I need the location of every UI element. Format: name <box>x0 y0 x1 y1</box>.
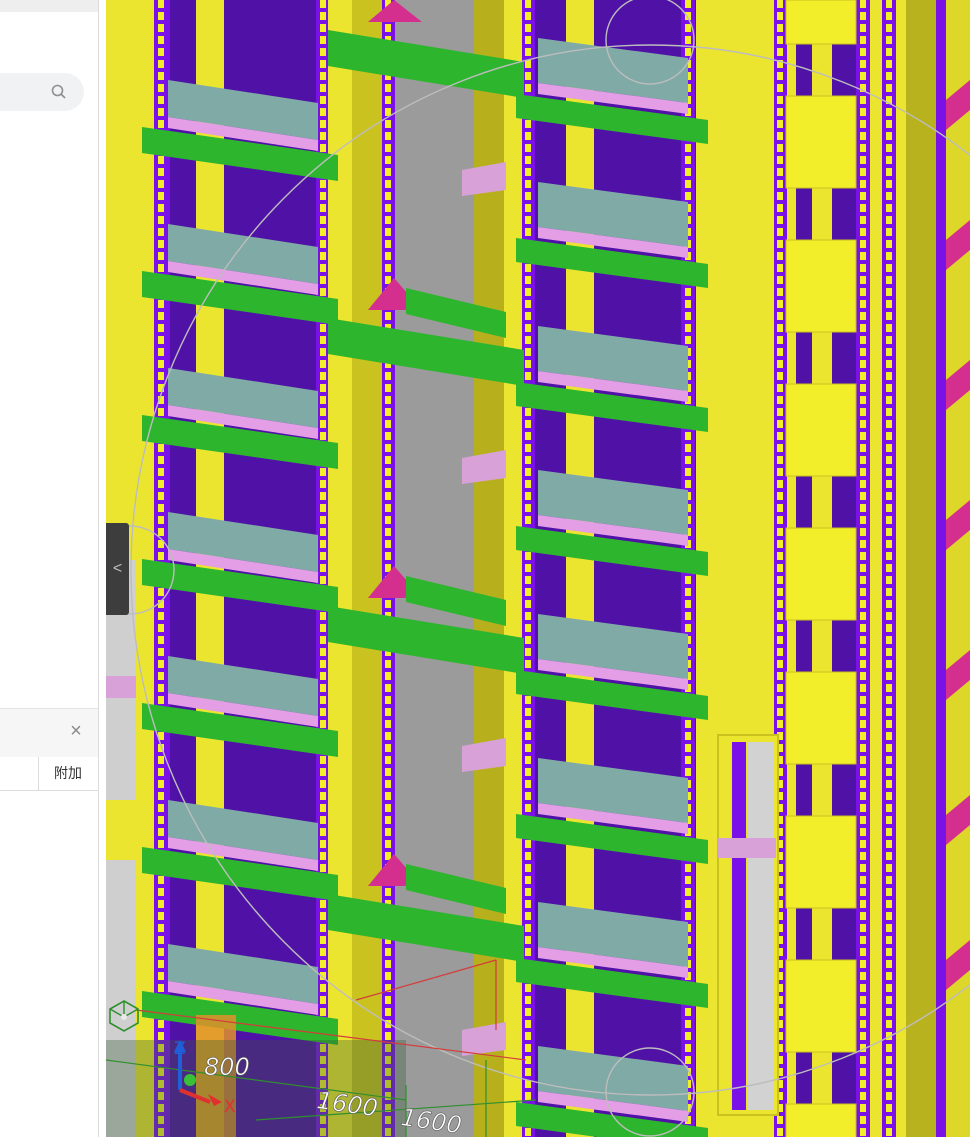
model-viewport[interactable]: 800 1600 1600 Z X <box>106 0 970 1137</box>
axis-label-z: Z <box>174 1039 186 1059</box>
collapse-panel-button[interactable]: < <box>106 523 129 615</box>
panel-top-strip <box>0 0 98 12</box>
search-input[interactable] <box>0 73 84 111</box>
axis-label-x: X <box>224 1097 236 1117</box>
tab-divider <box>38 757 39 790</box>
right-blocks <box>785 0 857 1137</box>
ground-shadow <box>106 1040 406 1137</box>
chevron-left-icon[interactable]: < <box>106 523 129 615</box>
window-inset-glass <box>748 742 774 1110</box>
panel-divider <box>98 0 99 1137</box>
tab-addon[interactable]: 附加 <box>40 757 96 790</box>
close-icon[interactable]: × <box>66 721 86 741</box>
left-panel: × 附加 <box>0 0 106 1137</box>
window-inset-mullion <box>732 742 746 1110</box>
left-yellow-band <box>106 800 136 860</box>
search-icon[interactable] <box>50 83 68 101</box>
model-canvas[interactable]: 800 1600 1600 Z X <box>106 0 970 1137</box>
dimension-label: 800 <box>204 1053 250 1081</box>
left-pink-beam <box>106 676 136 698</box>
window-inset-beam <box>718 838 776 858</box>
